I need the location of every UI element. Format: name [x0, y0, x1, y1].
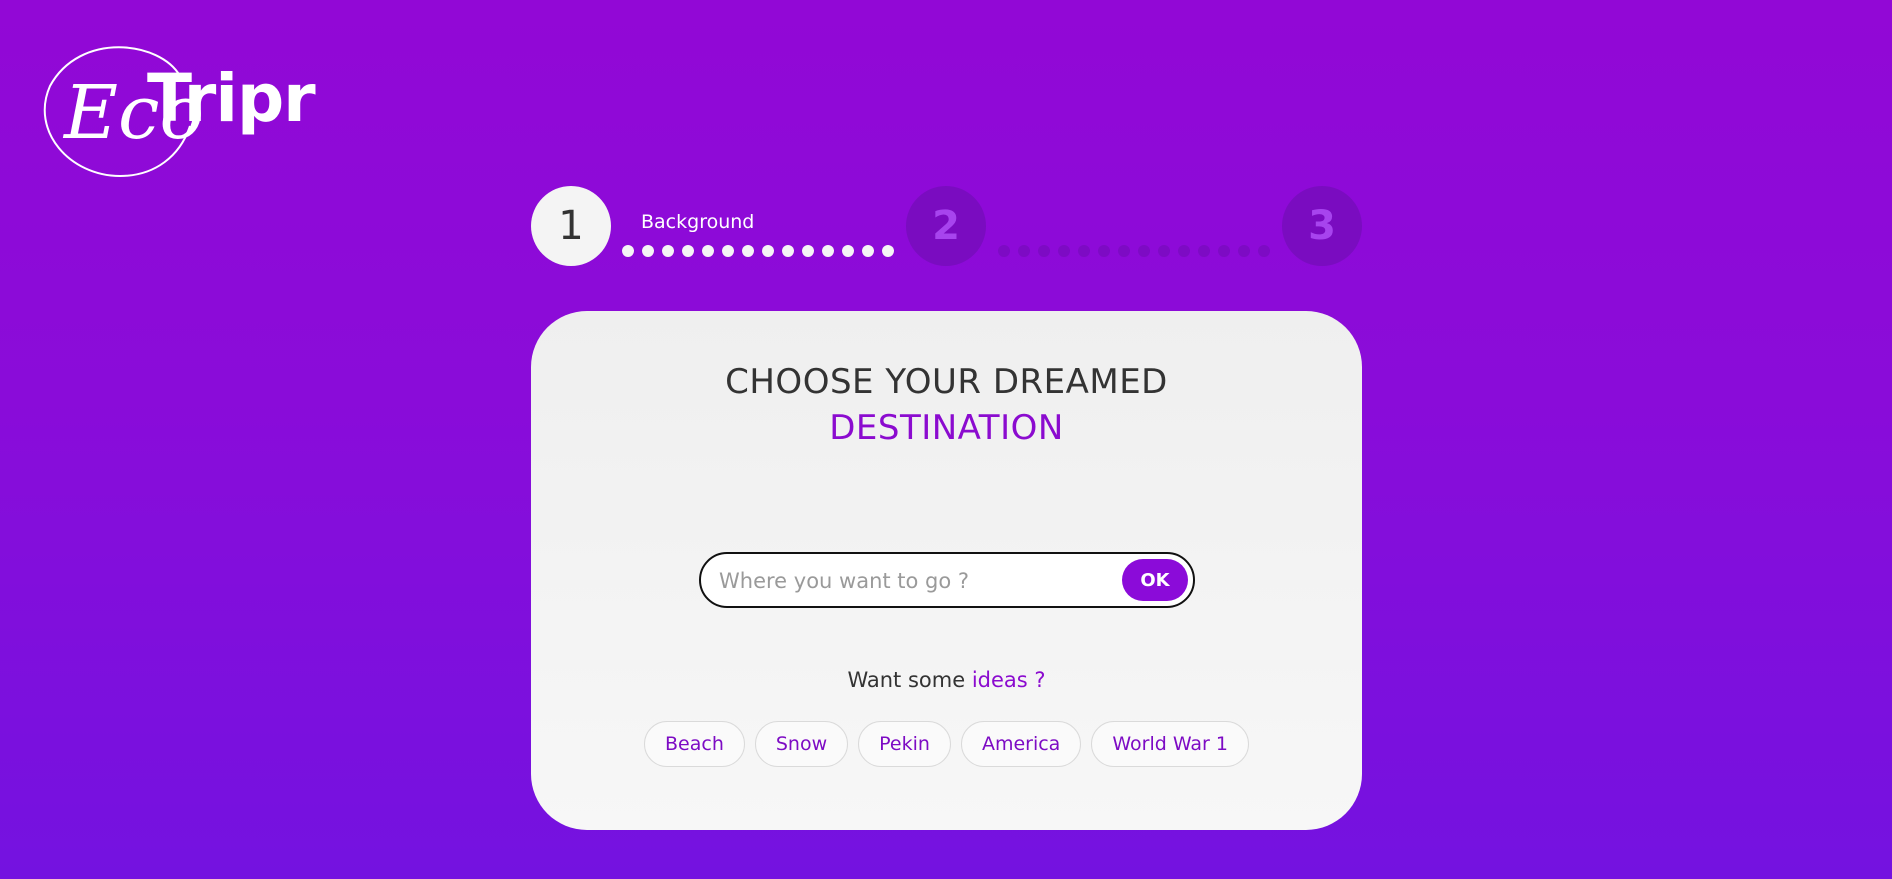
ideas-heading: Want some ideas ?: [531, 668, 1362, 692]
title-line-2: DESTINATION: [829, 408, 1064, 448]
idea-chip-america[interactable]: America: [960, 721, 1082, 767]
idea-chip-snow[interactable]: Snow: [754, 721, 849, 767]
idea-chip-world-war-1[interactable]: World War 1: [1091, 721, 1249, 767]
progress-stepper: 1 Background 2 3: [531, 186, 1362, 266]
destination-search: OK: [699, 552, 1195, 608]
title-line-1: CHOOSE YOUR DREAMED: [725, 362, 1168, 402]
idea-chip-pekin[interactable]: Pekin: [858, 721, 951, 767]
step-1-circle[interactable]: 1: [531, 186, 611, 266]
step-2-circle[interactable]: 2: [906, 186, 986, 266]
brand-logo[interactable]: Tripr Eco: [40, 36, 316, 186]
card-title: CHOOSE YOUR DREAMED DESTINATION: [531, 359, 1362, 451]
logo-eco-text: Eco: [64, 70, 205, 156]
idea-chip-beach[interactable]: Beach: [644, 721, 745, 767]
step-3-number: 3: [1308, 203, 1336, 249]
step-2-number: 2: [932, 203, 960, 249]
step-1-label: Background: [641, 211, 755, 233]
destination-card: CHOOSE YOUR DREAMED DESTINATION OK Want …: [531, 311, 1362, 830]
ideas-prefix: Want some: [847, 668, 966, 692]
destination-search-input[interactable]: [717, 554, 1111, 608]
step-1-number: 1: [558, 203, 584, 249]
step-connector-1: [622, 245, 894, 257]
step-3-circle[interactable]: 3: [1282, 186, 1362, 266]
idea-chips: Beach Snow Pekin America World War 1: [531, 721, 1362, 767]
ideas-accent: ideas ?: [971, 668, 1046, 692]
search-ok-button[interactable]: OK: [1122, 559, 1188, 601]
step-connector-2: [998, 245, 1270, 257]
